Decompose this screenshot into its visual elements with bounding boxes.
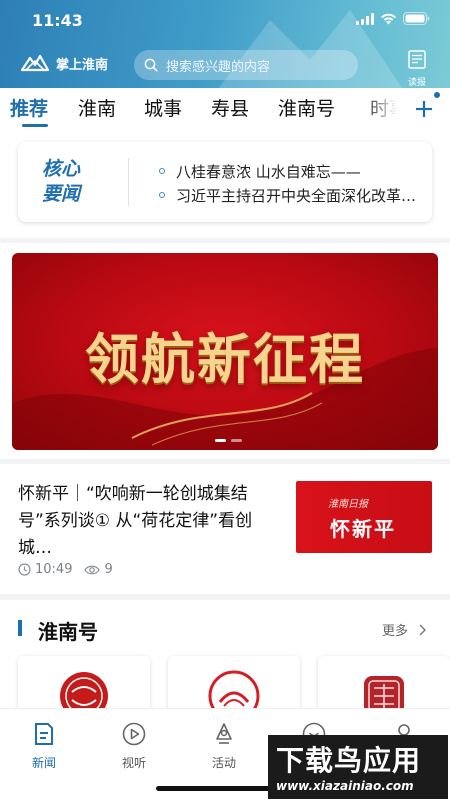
signal-icon [356,12,374,25]
app-header: 11:43 掌上淮南 搜索感兴趣的内容 读报 [0,0,450,88]
news-time: 10:49 [35,562,73,577]
newspaper-icon [408,50,426,69]
app-name: 掌上淮南 [56,57,109,73]
watermark-url: www.xiazainiao.com [276,779,414,793]
search-icon [144,58,158,72]
bullet-icon [159,168,165,174]
news-thumbnail[interactable]: 淮南日报 怀新平 [296,481,432,553]
tabbar-video[interactable]: 视听 [104,721,164,771]
core-news-item[interactable]: 八桂春意浓 山水自难忘—— [176,161,426,182]
tabbar-activity[interactable]: 活动 [194,721,254,771]
epaper-label: 读报 [407,78,426,88]
section-title: 淮南号 [38,620,98,644]
status-bar: 11:43 [0,0,450,44]
channel-tabs: 推荐 淮南 城事 寿县 淮南号 时事 [0,88,450,128]
tab-huainan[interactable]: 淮南 [78,94,116,121]
news-views: 9 [104,562,113,577]
search-placeholder: 搜索感兴趣的内容 [166,59,271,75]
add-channel-button[interactable] [410,92,440,122]
news-icon [35,723,53,745]
news-item-title[interactable]: 怀新平｜“吹响新一轮创城集结号”系列谈① 从“荷花定律”看创城… [18,481,270,562]
banner-title: 领航新征程 [85,327,365,391]
banner-carousel[interactable]: 领航新征程 [12,253,438,450]
tab-city[interactable]: 城事 [144,94,182,121]
thumb-title: 怀新平 [330,517,396,541]
new-channel-dot [434,92,440,98]
tabbar-news[interactable]: 新闻 [14,721,74,771]
more-link[interactable]: 更多 [382,620,428,639]
carousel-dot [215,439,226,442]
core-news-card: 核心 要闻 八桂春意浓 山水自难忘—— 习近平主持召开中央全面深化改革委员会 [18,142,432,222]
carousel-dot [231,439,242,442]
carousel-indicator [215,439,242,442]
core-news-item[interactable]: 习近平主持召开中央全面深化改革委员会 [176,185,426,206]
tab-shouxian[interactable]: 寿县 [211,94,249,121]
tab-huainanhao[interactable]: 淮南号 [278,94,335,121]
eye-icon [84,565,101,574]
watermark: 下载鸟应用 www.xiazainiao.com [268,735,448,799]
play-icon [122,722,146,746]
core-news-title: 核心 要闻 [42,158,81,205]
chevron-right-icon [419,624,427,636]
search-bar[interactable]: 搜索感兴趣的内容 [134,50,358,80]
watermark-text: 下载鸟应用 [276,744,422,777]
app-brand: 掌上淮南 [20,52,108,74]
wifi-icon [381,13,396,24]
tab-recommend[interactable]: 推荐 [10,94,48,121]
bullet-icon [159,192,165,198]
activity-icon [216,723,232,744]
battery-icon [403,12,430,25]
clock-icon [18,563,31,576]
active-tab-indicator [22,124,48,127]
status-time: 11:43 [32,11,83,30]
thumb-masthead: 淮南日报 [328,499,368,510]
epaper-button[interactable]: 读报 [402,50,432,88]
app-logo-icon [20,54,50,72]
news-item-meta: 10:49 9 [18,562,113,577]
